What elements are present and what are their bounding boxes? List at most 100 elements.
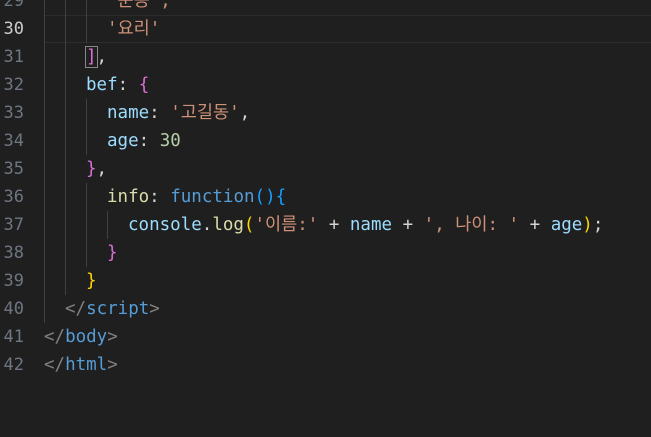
indent-guide — [44, 0, 45, 15]
code-line[interactable]: 32 bef: { — [0, 71, 651, 99]
indent-guide — [65, 211, 66, 239]
code-text: info: function(){ — [107, 183, 286, 211]
indent-guide — [44, 155, 45, 183]
line-number: 29 — [3, 0, 24, 11]
indent-guide — [86, 15, 87, 43]
indent-guide — [44, 267, 45, 295]
code-token: { — [138, 75, 150, 95]
code-text: age: 30 — [107, 127, 181, 155]
line-number: 33 — [3, 103, 24, 123]
indent-guide — [44, 295, 45, 323]
code-token: '고길동' — [170, 103, 240, 123]
code-token: </ — [44, 355, 66, 375]
line-number: 34 — [3, 131, 24, 151]
code-token: '운동', — [107, 0, 171, 11]
code-text: bef: { — [86, 71, 149, 99]
code-line[interactable]: 33 name: '고길동', — [0, 99, 651, 127]
line-number: 42 — [3, 355, 24, 375]
indent-guide — [44, 239, 45, 267]
code-line[interactable]: 41 </body> — [0, 323, 651, 351]
code-text: } — [86, 267, 97, 295]
code-token: '이름:' — [254, 215, 319, 235]
indent-guide — [86, 211, 87, 239]
indent-guide — [44, 43, 45, 71]
indent-guide — [107, 211, 108, 239]
code-token: . — [201, 215, 213, 235]
code-token: () — [254, 187, 276, 207]
code-text: </html> — [44, 351, 118, 379]
indent-guide — [65, 267, 66, 295]
code-token: > — [149, 299, 160, 319]
code-token: log — [212, 215, 244, 235]
indent-guide — [86, 183, 87, 211]
code-token: ; — [592, 215, 604, 235]
code-line[interactable]: 31], — [0, 43, 651, 71]
code-line[interactable]: 40 </script> — [0, 295, 651, 323]
code-token: + — [519, 215, 551, 235]
code-token: bef — [86, 75, 118, 95]
code-token: } — [86, 159, 97, 179]
code-text: </script> — [65, 295, 160, 323]
code-text: </body> — [44, 323, 118, 351]
code-line[interactable]: 34 age: 30 — [0, 127, 651, 155]
code-line[interactable]: 38} — [0, 239, 651, 267]
code-token: } — [86, 271, 97, 291]
code-text: } — [107, 239, 118, 267]
code-token: age — [550, 215, 583, 235]
code-token: console — [128, 215, 202, 235]
code-token: { — [275, 187, 287, 207]
code-editor[interactable]: 29 '운동', 30 '요리' 31], 32 bef: {33 name: '고길동', 3… — [0, 0, 651, 437]
indent-guide — [44, 99, 45, 127]
line-number: 39 — [3, 271, 24, 291]
code-token: : — [149, 103, 171, 123]
code-token: + — [392, 215, 424, 235]
line-number: 36 — [3, 187, 24, 207]
indent-guide — [86, 99, 87, 127]
code-token: > — [107, 327, 118, 347]
indent-guide — [65, 15, 66, 43]
indent-guide — [44, 127, 45, 155]
code-token: info — [107, 187, 150, 207]
indent-guide — [65, 239, 66, 267]
indent-guide — [86, 0, 87, 15]
code-line[interactable]: 37 console.log('이름:' + name + ', 나이: ' + … — [0, 211, 651, 239]
code-token: age — [107, 131, 139, 151]
code-token: function — [170, 187, 255, 207]
code-token: body — [65, 327, 108, 347]
code-token: ( — [243, 215, 255, 235]
code-token: ) — [582, 215, 593, 235]
code-line[interactable]: 30 '요리' — [0, 15, 651, 43]
indent-guide — [44, 71, 45, 99]
code-line[interactable]: 29 '운동', — [0, 0, 651, 15]
code-token: , — [96, 159, 108, 179]
indent-guide — [65, 99, 66, 127]
indent-guide — [65, 127, 66, 155]
code-token: '요리' — [107, 19, 161, 39]
code-token: , — [96, 47, 108, 67]
code-token: > — [107, 355, 118, 375]
indent-guide — [86, 127, 87, 155]
code-line[interactable]: 39} — [0, 267, 651, 295]
code-text: name: '고길동', — [107, 99, 250, 127]
indent-guide — [86, 239, 87, 267]
code-token: , — [239, 103, 251, 123]
indent-guide — [65, 0, 66, 15]
line-number: 38 — [3, 243, 24, 263]
code-token: : — [149, 187, 171, 207]
code-line[interactable]: 42 </html> — [0, 351, 651, 379]
code-token: : — [117, 75, 139, 95]
code-token: } — [107, 243, 118, 263]
code-line[interactable]: 35}, — [0, 155, 651, 183]
indent-guide — [44, 183, 45, 211]
code-token: + — [318, 215, 350, 235]
code-text: '요리' — [107, 15, 160, 43]
code-text: }, — [86, 155, 107, 183]
indent-guide — [44, 15, 45, 43]
code-line[interactable]: 36 info: function(){ — [0, 183, 651, 211]
code-text: ], — [85, 43, 108, 71]
code-token: name — [107, 103, 150, 123]
line-number: 35 — [3, 159, 24, 179]
line-number: 41 — [3, 327, 24, 347]
code-token: ', 나이: ' — [423, 215, 520, 235]
line-number: 30 — [3, 19, 24, 39]
